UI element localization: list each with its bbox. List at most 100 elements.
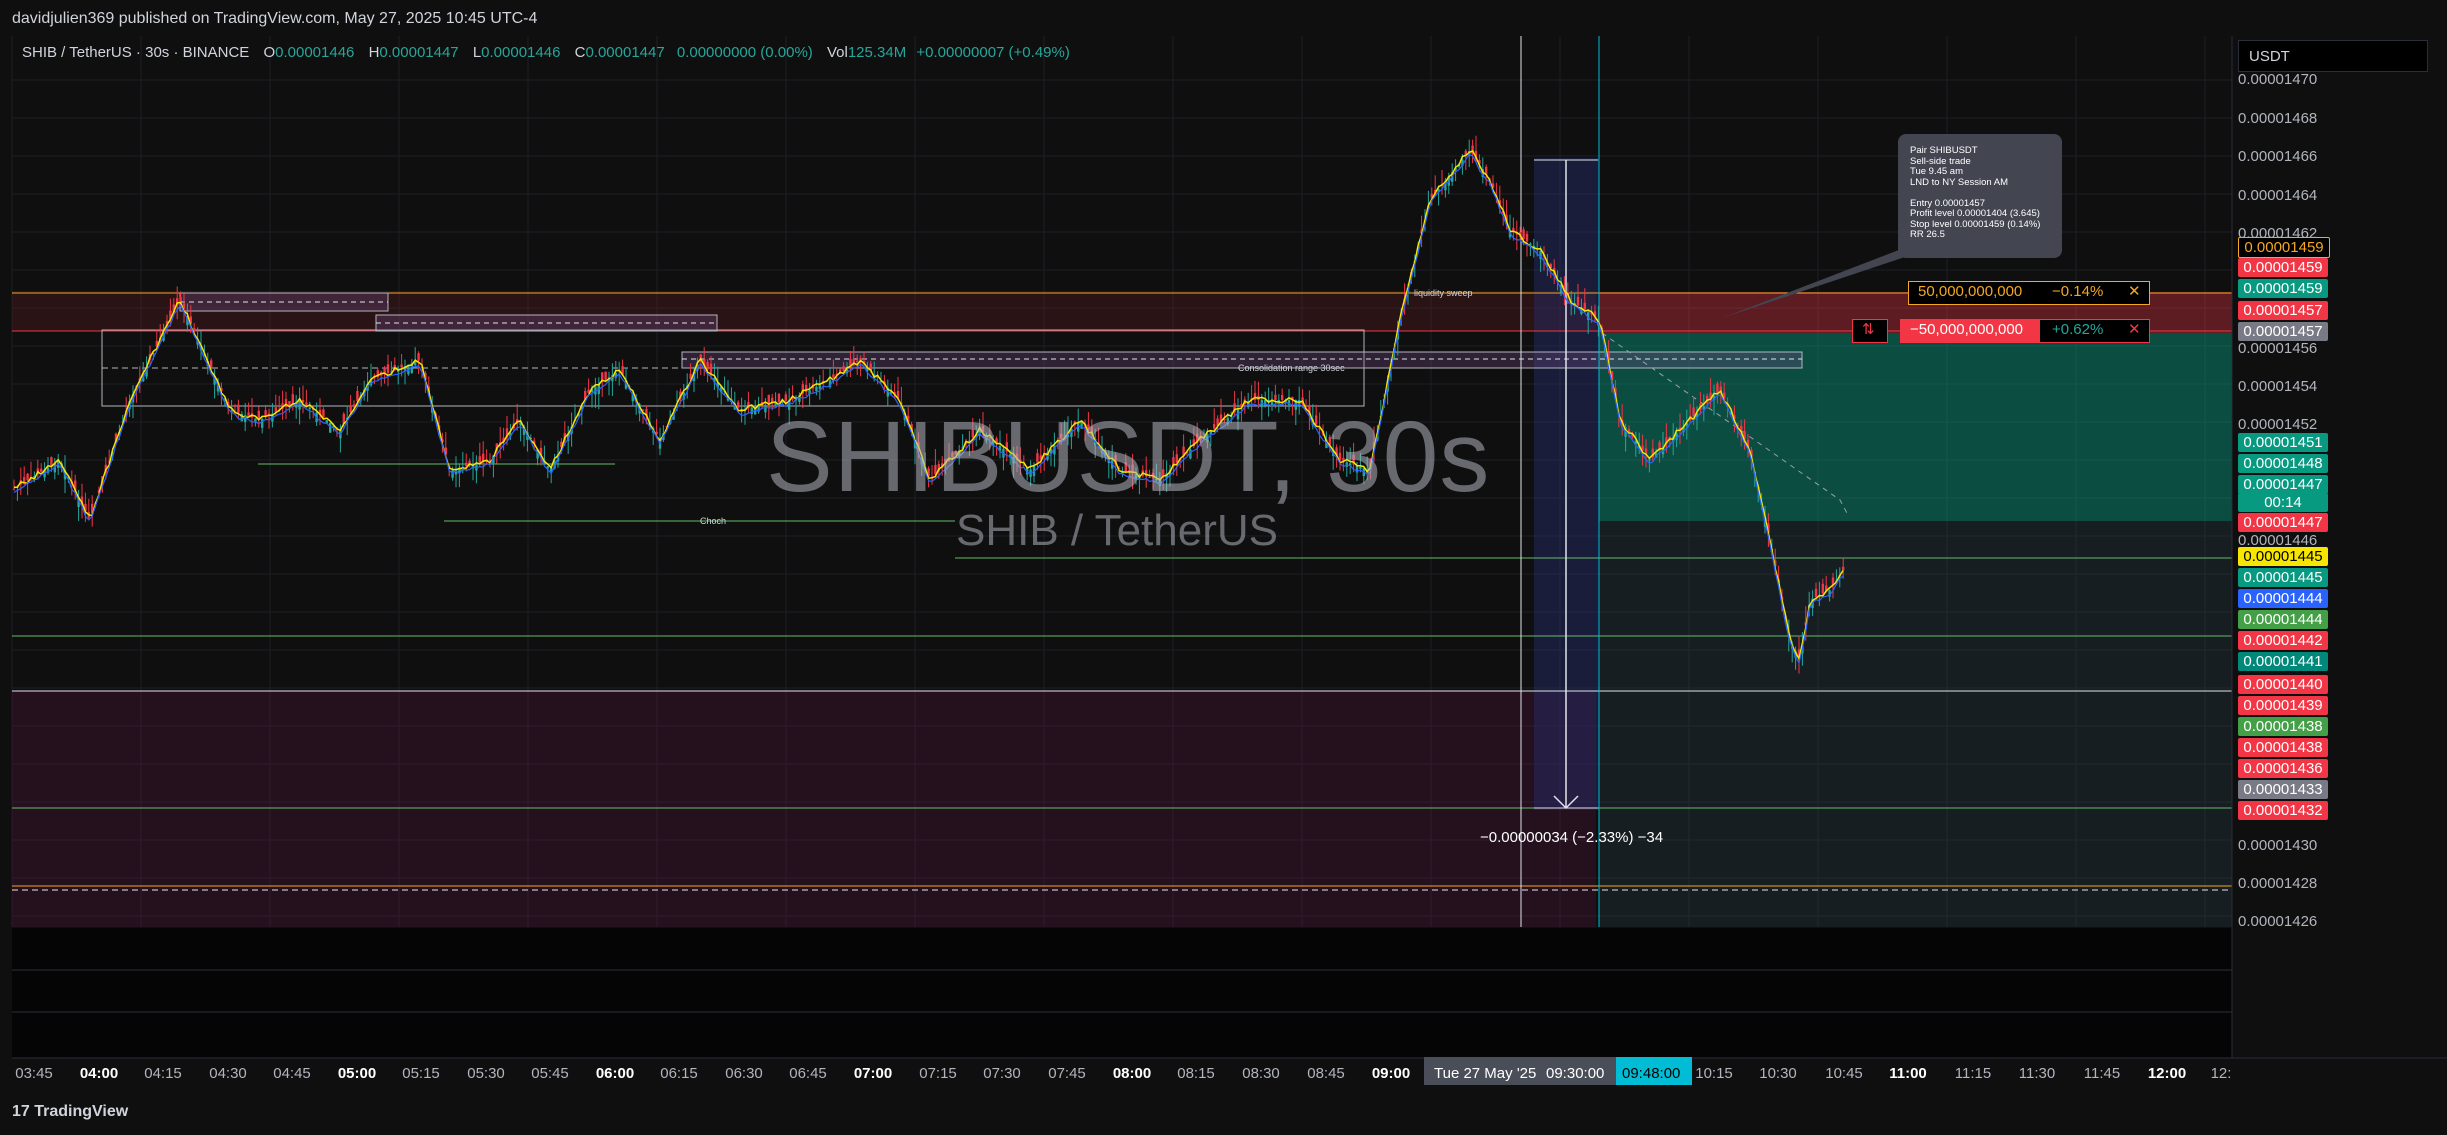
time-tick: 10:30 xyxy=(1759,1065,1797,1082)
volume-value: 125.34M xyxy=(847,44,907,61)
low-label: L xyxy=(472,44,482,61)
price-label: 0.00001451 xyxy=(2238,433,2328,452)
time-tick: 04:15 xyxy=(144,1065,182,1082)
candle-body xyxy=(815,386,818,392)
price-tick: 0.00001454 xyxy=(2238,378,2318,395)
time-tick: 08:15 xyxy=(1177,1065,1215,1082)
price-label: 0.00001459 xyxy=(2238,258,2328,277)
liquidity-sweep-label: liquidity sweep xyxy=(1414,288,1473,298)
symbol-name[interactable]: SHIB / TetherUS · 30s · BINANCE xyxy=(22,44,249,61)
candle-body xyxy=(706,362,709,370)
candle-body xyxy=(604,371,607,380)
price-label: 0.00001448 xyxy=(2238,454,2328,473)
price-label: 0.00001459 xyxy=(2238,279,2328,298)
price-chart[interactable] xyxy=(0,0,2447,1135)
long-position-close-icon[interactable]: ✕ xyxy=(2128,281,2141,303)
candle-body xyxy=(261,418,264,428)
time-tick: 06:00 xyxy=(595,1065,635,1082)
price-tick: 0.00001468 xyxy=(2238,110,2318,127)
price-label: 0.00001457 xyxy=(2238,322,2328,341)
low-value: 0.00001446 xyxy=(481,44,561,61)
candle-body xyxy=(1692,407,1695,417)
time-tick: 04:45 xyxy=(273,1065,311,1082)
price-label: 0.00001444 xyxy=(2238,610,2328,629)
time-cursor-date: Tue 27 May '25 xyxy=(1434,1065,1537,1082)
candle-body xyxy=(842,366,845,371)
candle-body xyxy=(26,473,29,481)
price-tick: 0.00001428 xyxy=(2238,875,2318,892)
choch-label: Choch xyxy=(700,516,727,526)
time-tick: 06:45 xyxy=(789,1065,827,1082)
time-tick: 04:30 xyxy=(209,1065,247,1082)
reverse-icon[interactable]: ⇅ xyxy=(1862,319,1875,341)
open-value: 0.00001446 xyxy=(275,44,355,61)
tradingview-logo[interactable]: 17 TradingView xyxy=(12,1103,128,1121)
price-tick: 0.00001452 xyxy=(2238,416,2318,433)
candle-body xyxy=(291,394,294,404)
time-tick: 06:30 xyxy=(725,1065,763,1082)
time-tick: 07:00 xyxy=(853,1065,893,1082)
price-tick: 0.00001470 xyxy=(2238,71,2318,88)
candle-body xyxy=(237,404,240,413)
high-label: H xyxy=(368,44,380,61)
candle-body xyxy=(737,402,740,408)
time-tick: 05:45 xyxy=(531,1065,569,1082)
time-cursor-time-2: 09:48:00 xyxy=(1622,1065,1681,1082)
time-tick: 05:30 xyxy=(467,1065,505,1082)
candle-body xyxy=(465,462,468,466)
time-tick: 08:30 xyxy=(1242,1065,1280,1082)
candle-body xyxy=(1525,233,1529,242)
price-label: 0.00001447 xyxy=(2238,513,2328,532)
price-label: 0.00001439 xyxy=(2238,696,2328,715)
footer xyxy=(0,1094,2447,1135)
time-tick: 03:45 xyxy=(15,1065,53,1082)
currency-selector[interactable]: USDT xyxy=(2238,40,2428,72)
candle-body xyxy=(305,402,308,405)
candle-body xyxy=(417,353,420,361)
candle-body xyxy=(1648,459,1651,461)
close-value: 0.00001447 xyxy=(585,44,665,61)
candle-body xyxy=(1583,302,1586,310)
time-tick: 10:15 xyxy=(1695,1065,1733,1082)
price-label: 0.00001447 xyxy=(2238,475,2328,494)
candle-body xyxy=(709,363,713,374)
candle-body xyxy=(400,364,403,368)
price-label: 0.00001438 xyxy=(2238,738,2328,757)
time-tick: 10:45 xyxy=(1825,1065,1863,1082)
candle-body xyxy=(50,457,53,466)
volume-label: Vol xyxy=(826,44,848,61)
close-label: C xyxy=(574,44,586,61)
short-position-pnl: +0.62% xyxy=(2052,321,2104,338)
candle-body xyxy=(1716,383,1719,393)
discount-zone xyxy=(12,691,1596,927)
price-label: 00:14 xyxy=(2238,493,2328,512)
price-label: 0.00001457 xyxy=(2238,301,2328,320)
candle-body xyxy=(386,364,390,373)
price-label: 0.00001438 xyxy=(2238,717,2328,736)
long-position-pnl: −0.14% xyxy=(2052,283,2104,300)
price-tick: 0.00001466 xyxy=(2238,148,2318,165)
candle-body xyxy=(1842,566,1845,571)
time-tick: 11:30 xyxy=(2018,1065,2056,1082)
price-tick: 0.00001426 xyxy=(2238,913,2318,930)
price-tick: 0.00001464 xyxy=(2238,187,2318,204)
publish-text: davidjulien369 published on TradingView.… xyxy=(12,10,538,27)
price-label: 0.00001440 xyxy=(2238,675,2328,694)
indicator-pane xyxy=(12,928,2232,1058)
change-value: 0.00000000 (0.00%) xyxy=(676,44,813,61)
price-tick: 0.00001456 xyxy=(2238,340,2318,357)
candle-body xyxy=(349,405,352,413)
consolidation-label: Consolidation range 30sec xyxy=(1238,363,1345,373)
price-label: 0.00001441 xyxy=(2238,652,2328,671)
trade-note[interactable]: Pair SHIBUSDT Sell-side trade Tue 9.45 a… xyxy=(1898,134,2062,258)
long-position-qty: 50,000,000,000 xyxy=(1918,283,2023,300)
candle-body xyxy=(1576,296,1580,306)
candle-body xyxy=(750,407,753,414)
publish-bar: davidjulien369 published on TradingView.… xyxy=(0,0,2447,36)
candle-body xyxy=(40,468,43,472)
candle-body xyxy=(247,412,250,417)
candle-body xyxy=(1821,583,1824,594)
short-position-close-icon[interactable]: ✕ xyxy=(2128,319,2141,341)
candle-body xyxy=(298,400,301,410)
time-tick: 11:45 xyxy=(2083,1065,2121,1082)
